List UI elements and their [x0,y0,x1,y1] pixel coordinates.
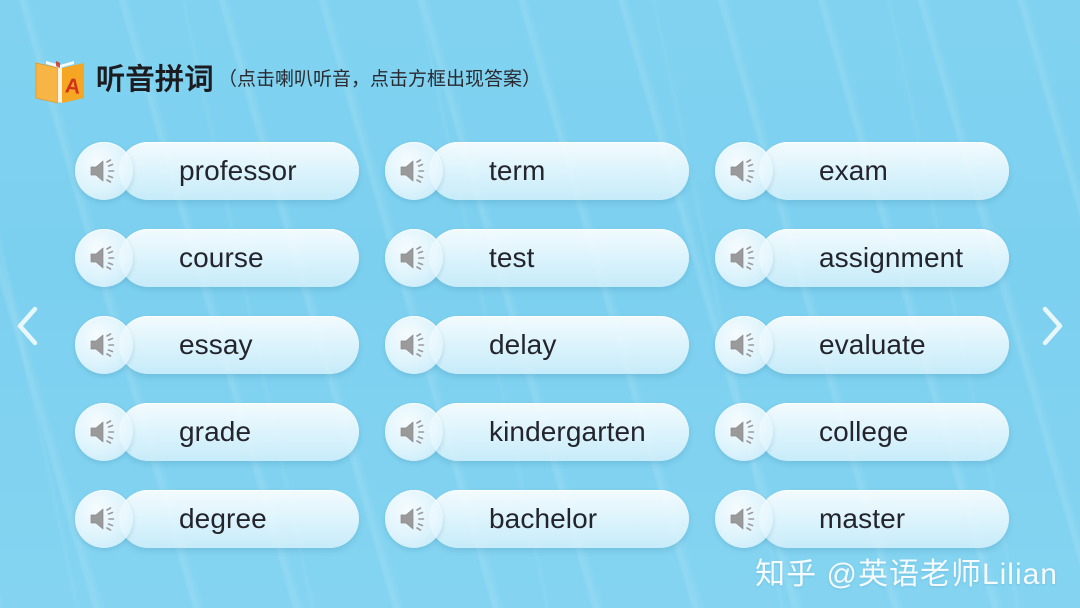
prev-page-button[interactable] [8,300,48,356]
svg-text:A: A [64,74,81,98]
word-item[interactable]: course [75,229,365,291]
word-pill[interactable]: professor [119,142,359,200]
word-pill[interactable]: delay [429,316,689,374]
word-pill[interactable]: bachelor [429,490,689,548]
word-label: degree [179,503,267,534]
watermark: 知乎 @英语老师Lilian [755,558,1058,591]
word-item[interactable]: assignment [715,229,1015,291]
word-item[interactable]: essay [75,316,365,378]
word-grid: professor term exam course test assignme… [75,142,1015,577]
speaker-icon[interactable] [75,403,133,461]
word-label: assignment [819,242,964,273]
speaker-icon[interactable] [715,229,773,287]
word-pill[interactable]: test [429,229,689,287]
speaker-icon[interactable] [385,142,443,200]
speaker-icon[interactable] [715,142,773,200]
page-title: 听音拼词 [96,63,215,96]
word-label: evaluate [819,329,926,360]
word-item[interactable]: grade [75,403,365,465]
word-item[interactable]: college [715,403,1015,465]
word-item[interactable]: exam [715,142,1015,204]
page-header: A 听音拼词 （点击喇叭听音，点击方框出现答案） [32,53,541,107]
word-pill[interactable]: college [759,403,1009,461]
lesson-page: A 听音拼词 （点击喇叭听音，点击方框出现答案） professor term [0,0,1080,608]
word-label: course [179,242,264,273]
speaker-icon[interactable] [385,316,443,374]
word-label: term [489,155,546,186]
word-pill[interactable]: evaluate [759,316,1009,374]
word-pill[interactable]: degree [119,490,359,548]
word-pill[interactable]: term [429,142,689,200]
word-item[interactable]: delay [385,316,695,378]
page-subtitle: （点击喇叭听音，点击方框出现答案） [218,68,542,90]
speaker-icon[interactable] [385,490,443,548]
word-label: test [489,242,535,273]
speaker-icon[interactable] [715,316,773,374]
speaker-icon[interactable] [75,316,133,374]
word-pill[interactable]: kindergarten [429,403,689,461]
word-label: kindergarten [489,416,646,447]
word-pill[interactable]: exam [759,142,1009,200]
word-label: delay [489,329,557,360]
word-label: essay [179,329,253,360]
word-pill[interactable]: course [119,229,359,287]
word-item[interactable]: kindergarten [385,403,695,465]
word-item[interactable]: test [385,229,695,291]
word-label: college [819,416,909,447]
speaker-icon[interactable] [75,142,133,200]
word-label: bachelor [489,503,598,534]
word-label: exam [819,155,888,186]
word-item[interactable]: professor [75,142,365,204]
word-pill[interactable]: grade [119,403,359,461]
speaker-icon[interactable] [385,403,443,461]
chevron-right-icon [1039,304,1065,353]
word-label: professor [179,155,297,186]
speaker-icon[interactable] [75,490,133,548]
speaker-icon[interactable] [385,229,443,287]
word-item[interactable]: master [715,490,1015,552]
speaker-icon[interactable] [715,403,773,461]
chevron-left-icon [15,304,41,353]
next-page-button[interactable] [1032,300,1072,356]
word-item[interactable]: bachelor [385,490,695,552]
speaker-icon[interactable] [715,490,773,548]
word-pill[interactable]: essay [119,316,359,374]
word-item[interactable]: evaluate [715,316,1015,378]
word-item[interactable]: term [385,142,695,204]
word-label: grade [179,416,252,447]
word-pill[interactable]: master [759,490,1009,548]
word-pill[interactable]: assignment [759,229,1009,287]
word-label: master [819,503,906,534]
word-item[interactable]: degree [75,490,365,552]
speaker-icon[interactable] [75,229,133,287]
open-book-icon: A [32,55,88,107]
